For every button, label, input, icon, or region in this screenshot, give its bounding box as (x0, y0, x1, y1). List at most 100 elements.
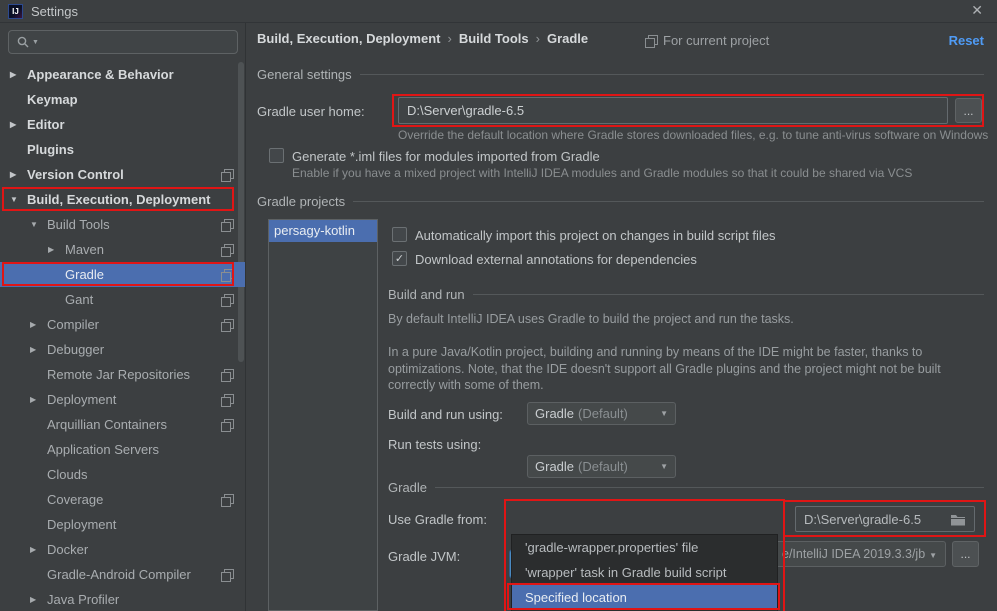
sidebar-item-label: Gant (65, 292, 93, 307)
sidebar-item-appearance-behavior[interactable]: ▶Appearance & Behavior (0, 62, 245, 87)
tree-arrow-icon[interactable]: ▼ (10, 195, 27, 204)
sidebar-item-java-profiler[interactable]: ▶Java Profiler (0, 587, 245, 611)
dropdown-value: Gradle (535, 459, 574, 474)
popup-option-wrapper-task-in-gradle-build-script[interactable]: 'wrapper' task in Gradle build script (512, 560, 777, 585)
sidebar-item-label: Application Servers (47, 442, 159, 457)
sidebar-item-deployment[interactable]: ▶Deployment (0, 387, 245, 412)
list-item[interactable]: persagy-kotlin (269, 220, 377, 242)
sidebar-item-label: Build, Execution, Deployment (27, 192, 210, 207)
tests-using-dropdown[interactable]: Gradle (Default) ▼ (527, 455, 676, 478)
sidebar-item-build-tools[interactable]: ▼Build Tools (0, 212, 245, 237)
sidebar-item-build-execution-deployment[interactable]: ▼Build, Execution, Deployment (0, 187, 245, 212)
sidebar-item-label: Remote Jar Repositories (47, 367, 190, 382)
sidebar-item-version-control[interactable]: ▶Version Control (0, 162, 245, 187)
iml-checkbox-label[interactable]: Generate *.iml files for modules importe… (292, 149, 600, 164)
section-build-and-run: Build and run (388, 287, 984, 302)
user-home-help: Override the default location where Grad… (398, 128, 988, 142)
intellij-logo-icon: IJ (8, 4, 23, 19)
settings-dialog: IJ Settings ✕ ▼ ▶Appearance & BehaviorKe… (0, 0, 997, 611)
search-history-caret-icon[interactable]: ▼ (32, 39, 39, 46)
project-scope-icon (221, 394, 233, 406)
dropdown-suffix: (Default) (578, 406, 628, 421)
annotations-label[interactable]: Download external annotations for depend… (415, 252, 697, 267)
tree-arrow-icon[interactable]: ▶ (30, 545, 47, 554)
reset-link[interactable]: Reset (949, 33, 984, 48)
auto-import-label[interactable]: Automatically import this project on cha… (415, 228, 776, 243)
sidebar-item-label: Clouds (47, 467, 87, 482)
build-using-label: Build and run using: (388, 407, 503, 422)
tree-arrow-icon[interactable]: ▼ (30, 220, 47, 229)
section-gradle: Gradle (388, 480, 984, 495)
scope-indicator: For current project (645, 33, 769, 48)
user-home-value: D:\Server\gradle-6.5 (407, 103, 524, 118)
sidebar-item-debugger[interactable]: ▶Debugger (0, 337, 245, 362)
sidebar-item-label: Editor (27, 117, 65, 132)
chevron-down-icon: ▼ (660, 409, 668, 418)
sidebar-item-remote-jar-repositories[interactable]: Remote Jar Repositories (0, 362, 245, 387)
sidebar-item-docker[interactable]: ▶Docker (0, 537, 245, 562)
sidebar-item-coverage[interactable]: Coverage (0, 487, 245, 512)
folder-icon[interactable] (950, 513, 966, 526)
build-run-para1: By default IntelliJ IDEA uses Gradle to … (388, 311, 958, 328)
auto-import-checkbox[interactable] (392, 227, 407, 242)
sidebar-item-label: Appearance & Behavior (27, 67, 174, 82)
sidebar-item-label: Coverage (47, 492, 103, 507)
sidebar-item-gradle[interactable]: Gradle (0, 262, 245, 287)
breadcrumb-item[interactable]: Build, Execution, Deployment (257, 31, 440, 46)
sidebar-item-editor[interactable]: ▶Editor (0, 112, 245, 137)
title-bar: IJ Settings ✕ (0, 0, 997, 23)
tree-arrow-icon[interactable]: ▶ (10, 170, 27, 179)
sidebar-item-gradle-android-compiler[interactable]: Gradle-Android Compiler (0, 562, 245, 587)
window-title: Settings (31, 4, 78, 19)
sidebar-item-label: Compiler (47, 317, 99, 332)
breadcrumb-item[interactable]: Gradle (547, 31, 588, 46)
sidebar-item-application-servers[interactable]: Application Servers (0, 437, 245, 462)
sidebar-item-arquillian-containers[interactable]: Arquillian Containers (0, 412, 245, 437)
sidebar-item-label: Gradle (65, 267, 104, 282)
tree-arrow-icon[interactable]: ▶ (10, 120, 27, 129)
sidebar-item-deployment[interactable]: Deployment (0, 512, 245, 537)
tree-arrow-icon[interactable]: ▶ (30, 395, 47, 404)
popup-option-gradle-wrapper-properties-file[interactable]: 'gradle-wrapper.properties' file (512, 535, 777, 560)
sidebar-item-compiler[interactable]: ▶Compiler (0, 312, 245, 337)
search-icon (16, 35, 30, 49)
user-home-browse-button[interactable]: ... (955, 98, 982, 123)
build-run-para2: In a pure Java/Kotlin project, building … (388, 344, 950, 394)
tree-arrow-icon[interactable]: ▶ (48, 245, 65, 254)
tree-arrow-icon[interactable]: ▶ (30, 320, 47, 329)
close-icon[interactable]: ✕ (971, 2, 983, 19)
project-scope-icon (221, 169, 233, 181)
panel-divider (245, 23, 246, 611)
section-title: Gradle (388, 480, 427, 495)
location-value: D:\Server\gradle-6.5 (804, 512, 921, 527)
sidebar-item-label: Docker (47, 542, 88, 557)
sidebar-item-keymap[interactable]: Keymap (0, 87, 245, 112)
project-scope-icon (221, 294, 233, 306)
project-scope-icon (221, 419, 233, 431)
tree-arrow-icon[interactable]: ▶ (30, 595, 47, 604)
section-title: Gradle projects (257, 194, 345, 209)
build-using-dropdown[interactable]: Gradle (Default) ▼ (527, 402, 676, 425)
sidebar-item-label: Version Control (27, 167, 124, 182)
sidebar-item-clouds[interactable]: Clouds (0, 462, 245, 487)
annotations-checkbox[interactable]: ✓ (392, 251, 407, 266)
section-general-settings: General settings (257, 67, 984, 82)
tree-arrow-icon[interactable]: ▶ (10, 70, 27, 79)
gradle-home-location-field[interactable]: D:\Server\gradle-6.5 (795, 506, 975, 532)
sidebar-item-plugins[interactable]: Plugins (0, 137, 245, 162)
project-scope-icon (221, 494, 233, 506)
breadcrumb-item[interactable]: Build Tools (459, 31, 529, 46)
tree-arrow-icon[interactable]: ▶ (30, 345, 47, 354)
popup-option-specified-location[interactable]: Specified location (512, 585, 777, 610)
jvm-browse-button[interactable]: ... (952, 541, 979, 567)
sidebar-item-maven[interactable]: ▶Maven (0, 237, 245, 262)
breadcrumb-separator: › (447, 31, 451, 46)
user-home-field[interactable]: D:\Server\gradle-6.5 (398, 97, 948, 124)
sidebar-item-gant[interactable]: Gant (0, 287, 245, 312)
iml-checkbox[interactable] (269, 148, 284, 163)
section-gradle-projects: Gradle projects (257, 194, 984, 209)
gradle-jvm-label: Gradle JVM: (388, 549, 460, 564)
sidebar-item-label: Plugins (27, 142, 74, 157)
settings-search-input[interactable]: ▼ (8, 30, 238, 54)
chevron-down-icon: ▼ (929, 551, 937, 560)
